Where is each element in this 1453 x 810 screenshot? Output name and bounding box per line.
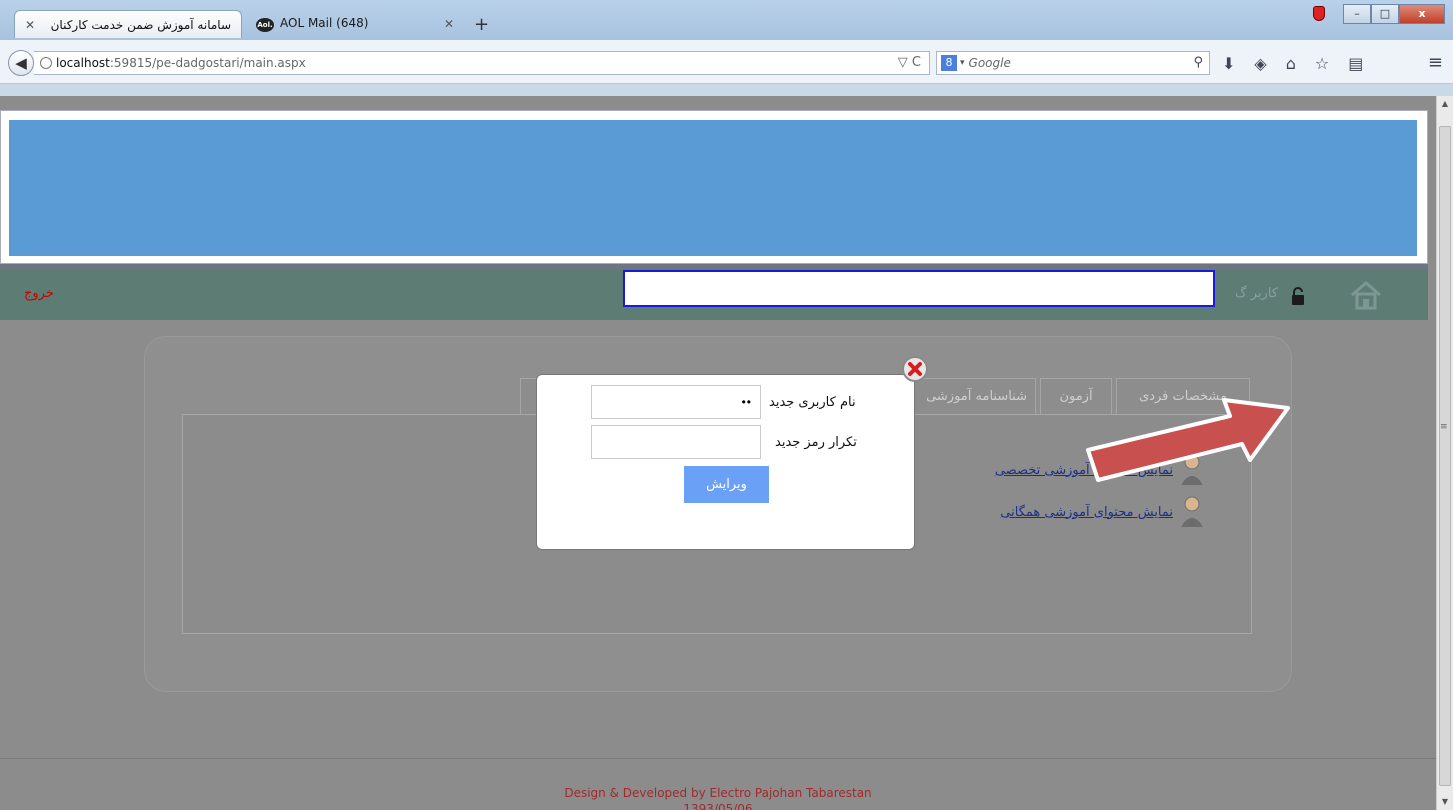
aol-icon: Aol. [256,18,274,32]
general-content-link[interactable]: نمایش محتوای آموزشی همگانی [1000,505,1173,520]
search-dropdown-icon[interactable]: ▾ [960,58,965,68]
scroll-thumb[interactable] [1439,126,1451,786]
tab-title: سامانه آموزش ضمن خدمت کارکنان [50,17,231,32]
footer-divider [0,758,1436,759]
download-icon[interactable]: ⬇ [1222,54,1235,73]
person-icon [1181,496,1203,527]
url-path: :59815/pe-dadgostari/main.aspx [109,56,306,70]
address-bar[interactable]: localhost:59815/pe-dadgostari/main.aspx … [34,51,930,75]
page-viewport: خروج کاربر گ مشخصات فردی آزمون شناسنامه … [0,96,1436,810]
new-username-row: نام کاربری جدید [591,385,856,419]
close-window-button[interactable]: x [1399,4,1445,24]
minimize-button[interactable]: – [1343,4,1371,24]
tab-aol-title: AOL Mail (648) [280,16,369,30]
header-panel [0,110,1428,264]
confirm-password-input[interactable] [591,425,761,459]
tab-aol-label: Aol. AOL Mail (648) [256,16,368,32]
url-host: localhost [56,56,110,70]
confirm-password-row: تکرار رمز جدید [591,425,857,459]
new-tab-icon[interactable]: + [474,14,489,35]
browser-titlebar: سامانه آموزش ضمن خدمت کارکنان ✕ Aol. AOL … [0,0,1453,40]
new-username-input[interactable] [591,385,761,419]
list-item: نمایش محتوای آموزشی همگانی [1000,495,1205,529]
addon-icon[interactable]: ◈ [1254,54,1266,73]
header-banner [9,120,1417,256]
search-engine-icon[interactable]: 8 [941,55,957,71]
logout-link[interactable]: خروج [24,286,54,301]
tab-close-icon[interactable]: ✕ [444,17,454,31]
window-controls: – □ x [1343,4,1445,24]
scroll-down-icon[interactable]: ▼ [1437,794,1453,810]
tab-close-icon[interactable]: ✕ [25,18,35,32]
confirm-password-label: تکرار رمز جدید [775,434,857,450]
footer-date: 1393/05/06 [683,802,753,810]
close-icon[interactable] [900,354,930,384]
search-bar[interactable]: 8 ▾ Google ⚲ [936,51,1210,75]
shield-icon[interactable] [1313,6,1325,21]
menu-icon[interactable]: ≡ [1428,52,1443,73]
highlight-box [623,270,1215,307]
toolbar-icons: ⬇ ◈ ⌂ ☆ ▤ [1222,54,1363,73]
lock-icon[interactable] [1288,286,1308,306]
globe-icon [40,57,52,69]
tab-aol-mail[interactable]: Aol. AOL Mail (648) ✕ [246,10,464,38]
maximize-button[interactable]: □ [1371,4,1399,24]
new-username-label: نام کاربری جدید [769,394,856,410]
scroll-up-icon[interactable]: ▲ [1437,96,1453,112]
annotation-arrow-icon [1086,398,1290,482]
reload-icon[interactable]: ▽ C [898,55,921,70]
edit-button[interactable]: ویرایش [684,466,769,503]
vertical-scrollbar[interactable]: ▲ ≡ ▼ [1436,96,1453,810]
username-label: کاربر گ [1235,286,1278,301]
home-icon[interactable] [1348,280,1384,310]
back-arrow-icon[interactable]: ◀ [8,50,34,76]
edit-account-modal: نام کاربری جدید تکرار رمز جدید ویرایش [536,374,915,550]
scroll-grip-icon: ≡ [1440,422,1448,432]
browser-navbar: ◀ localhost:59815/pe-dadgostari/main.asp… [0,40,1453,84]
tab-active[interactable]: سامانه آموزش ضمن خدمت کارکنان ✕ [14,10,242,38]
home-icon[interactable]: ⌂ [1286,54,1296,73]
bookmark-star-icon[interactable]: ☆ [1315,54,1329,73]
footer-credit: Design & Developed by Electro Pajohan Ta… [564,786,872,800]
search-icon[interactable]: ⚲ [1193,55,1203,70]
search-placeholder: Google [968,56,1011,70]
bookmarks-list-icon[interactable]: ▤ [1348,54,1363,73]
